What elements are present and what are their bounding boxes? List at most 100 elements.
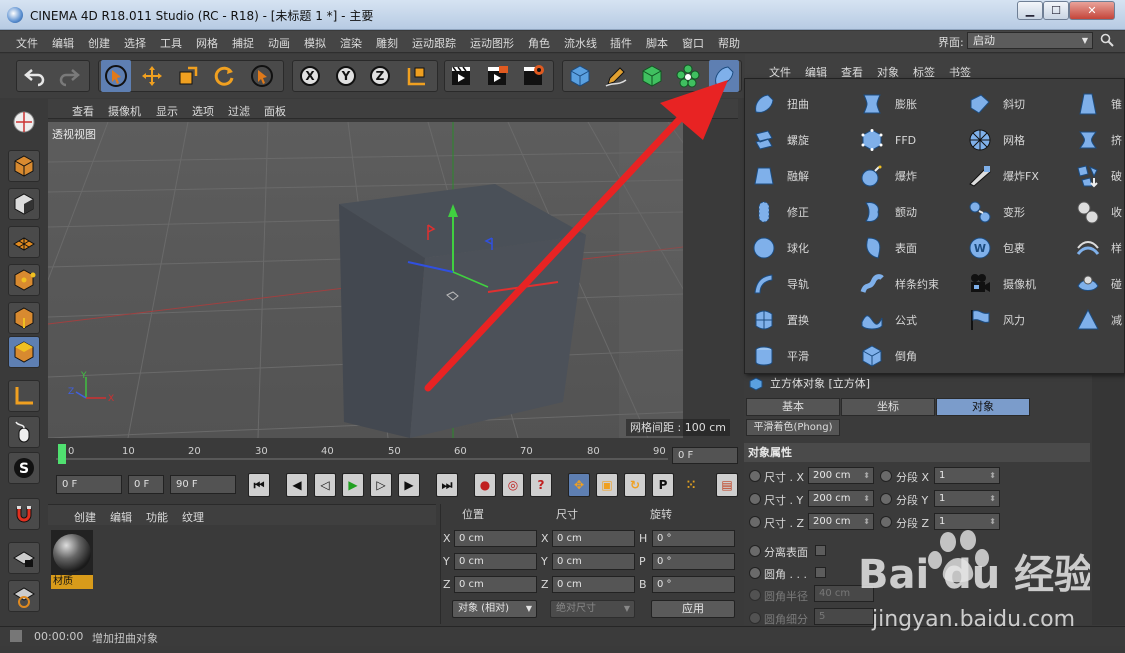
menu-item-mesh[interactable]: 网格 (196, 35, 218, 51)
menu-item-pipeline[interactable]: 流水线 (564, 35, 597, 51)
current-frame-field[interactable]: 0 F (672, 447, 738, 464)
viewport-menu-panel[interactable]: 面板 (264, 103, 286, 119)
deformer-camera[interactable]: 摄像机 (967, 269, 1036, 299)
material-menu-create[interactable]: 创建 (74, 509, 96, 525)
deformer-wind[interactable]: 风力 (967, 305, 1025, 335)
spinner-icon[interactable]: ⬍ (989, 491, 996, 506)
separate-surfaces-radio[interactable] (749, 545, 761, 557)
spinner-icon[interactable]: ⬍ (989, 468, 996, 483)
seg-y-field[interactable]: 1 ⬍ (934, 490, 1000, 507)
size-z-radio[interactable] (749, 516, 761, 528)
render-settings-icon[interactable] (518, 60, 548, 92)
coord-size-x-field[interactable]: 0 cm (552, 530, 635, 547)
coord-pos-x-field[interactable]: 0 cm (454, 530, 537, 547)
tab-phong[interactable]: 平滑着色(Phong) (746, 419, 840, 436)
render-view-icon[interactable] (446, 60, 476, 92)
prev-key-button[interactable]: ◀ (286, 473, 308, 497)
menu-item-simulate[interactable]: 模拟 (304, 35, 326, 51)
deformer-smoothing[interactable]: 平滑 (751, 341, 809, 371)
goto-start-button[interactable]: ⏮ (248, 473, 270, 497)
size-x-radio[interactable] (749, 470, 761, 482)
menu-item-render[interactable]: 渲染 (340, 35, 362, 51)
cloner-icon[interactable] (673, 60, 703, 92)
menu-item-script[interactable]: 脚本 (646, 35, 668, 51)
size-mode-select[interactable]: 绝对尺寸 ▼ (550, 600, 635, 618)
menu-item-edit[interactable]: 编辑 (52, 35, 74, 51)
model-mode-icon[interactable] (8, 150, 40, 182)
autokey-button[interactable]: ◎ (502, 473, 524, 497)
move-icon[interactable] (137, 60, 167, 92)
end-frame-field[interactable]: 90 F (170, 475, 236, 494)
snap-icon[interactable] (8, 498, 40, 530)
deformer-explosion-fx[interactable]: 爆炸FX (967, 161, 1039, 191)
redo-icon[interactable] (54, 60, 84, 92)
render-picture-viewer-icon[interactable] (482, 60, 512, 92)
start-frame-field[interactable]: 0 F (56, 475, 122, 494)
record-scale-button[interactable]: ▣ (596, 473, 618, 497)
scale-icon[interactable] (173, 60, 203, 92)
deformer-ffd[interactable]: FFD (859, 125, 916, 155)
deformer-morph[interactable]: 变形 (967, 197, 1025, 227)
deformer-bulge[interactable]: 膨胀 (859, 89, 917, 119)
material-menu-edit[interactable]: 编辑 (110, 509, 132, 525)
points-mode-icon[interactable] (8, 264, 40, 296)
search-icon[interactable] (1100, 33, 1114, 47)
spinner-icon[interactable]: ⬍ (863, 514, 870, 529)
deformer-shrink-wrap[interactable]: 收 (1075, 197, 1122, 227)
workplane-mode-icon[interactable] (8, 580, 40, 612)
deformer-spherify[interactable]: 球化 (751, 233, 809, 263)
tweak-mode-icon[interactable] (8, 416, 40, 448)
deformer-bend[interactable]: 扭曲 (751, 89, 809, 119)
layout-select[interactable]: 启动 ▼ (967, 32, 1093, 49)
deformer-spline-wrap[interactable]: 样条约束 (859, 269, 939, 299)
tab-object[interactable]: 对象 (936, 398, 1030, 416)
tab-coordinates[interactable]: 坐标 (841, 398, 935, 416)
fillet-checkbox[interactable] (815, 567, 826, 578)
cube-object[interactable] (339, 184, 586, 438)
coord-rot-p-field[interactable]: 0 ° (652, 553, 735, 570)
spinner-icon[interactable]: ⬍ (989, 514, 996, 529)
live-select-icon[interactable] (101, 60, 131, 92)
texture-mode-icon[interactable] (8, 188, 40, 220)
deformer-wrap[interactable]: W 包裹 (967, 233, 1025, 263)
deformer-bevel[interactable]: 倒角 (859, 341, 917, 371)
viewport-menu-display[interactable]: 显示 (156, 103, 178, 119)
minimize-button[interactable]: ▁ (1017, 1, 1043, 20)
seg-x-field[interactable]: 1 ⬍ (934, 467, 1000, 484)
deformer-formula[interactable]: 公式 (859, 305, 917, 335)
keyframe-selection-button[interactable]: ? (530, 473, 552, 497)
coord-size-y-field[interactable]: 0 cm (552, 553, 635, 570)
viewport-menu-filter[interactable]: 过滤 (228, 103, 250, 119)
deformer-spline[interactable]: 样 (1075, 233, 1122, 263)
apply-button[interactable]: 应用 (651, 600, 735, 618)
timeline-window-button[interactable]: ▤ (716, 473, 738, 497)
coord-rot-h-field[interactable]: 0 ° (652, 530, 735, 547)
coord-size-z-field[interactable]: 0 cm (552, 576, 635, 593)
menu-item-create[interactable]: 创建 (88, 35, 110, 51)
close-button[interactable]: ✕ (1069, 1, 1115, 20)
prev-frame-button[interactable]: ◁ (314, 473, 336, 497)
viewport-menu-options[interactable]: 选项 (192, 103, 214, 119)
menu-item-animate[interactable]: 动画 (268, 35, 290, 51)
menu-item-mograph[interactable]: 运动图形 (470, 35, 514, 51)
seg-z-field[interactable]: 1 ⬍ (934, 513, 1000, 530)
axis-mode-icon[interactable] (8, 380, 40, 412)
coord-mode-select[interactable]: 对象 (相对) ▼ (452, 600, 537, 618)
deformer-taper[interactable]: 锥 (1075, 89, 1122, 119)
deformer-melt[interactable]: 融解 (751, 161, 809, 191)
material-menu-texture[interactable]: 纹理 (182, 509, 204, 525)
subdivision-icon[interactable] (637, 60, 667, 92)
spinner-icon[interactable]: ⬍ (863, 468, 870, 483)
size-x-field[interactable]: 200 cm ⬍ (808, 467, 874, 484)
next-frame-button[interactable]: ▷ (370, 473, 392, 497)
recent-tool-icon[interactable] (247, 60, 277, 92)
record-position-button[interactable]: ✥ (568, 473, 590, 497)
menu-item-motion-tracking[interactable]: 运动跟踪 (412, 35, 456, 51)
fillet-subdivision-field[interactable]: 5 (814, 608, 874, 625)
menu-item-help[interactable]: 帮助 (718, 35, 740, 51)
deformer-explosion[interactable]: 爆炸 (859, 161, 917, 191)
record-pla-button[interactable]: ⁙ (680, 473, 702, 497)
size-z-field[interactable]: 200 cm ⬍ (808, 513, 874, 530)
undo-icon[interactable] (20, 60, 50, 92)
deformer-twist[interactable]: 螺旋 (751, 125, 809, 155)
